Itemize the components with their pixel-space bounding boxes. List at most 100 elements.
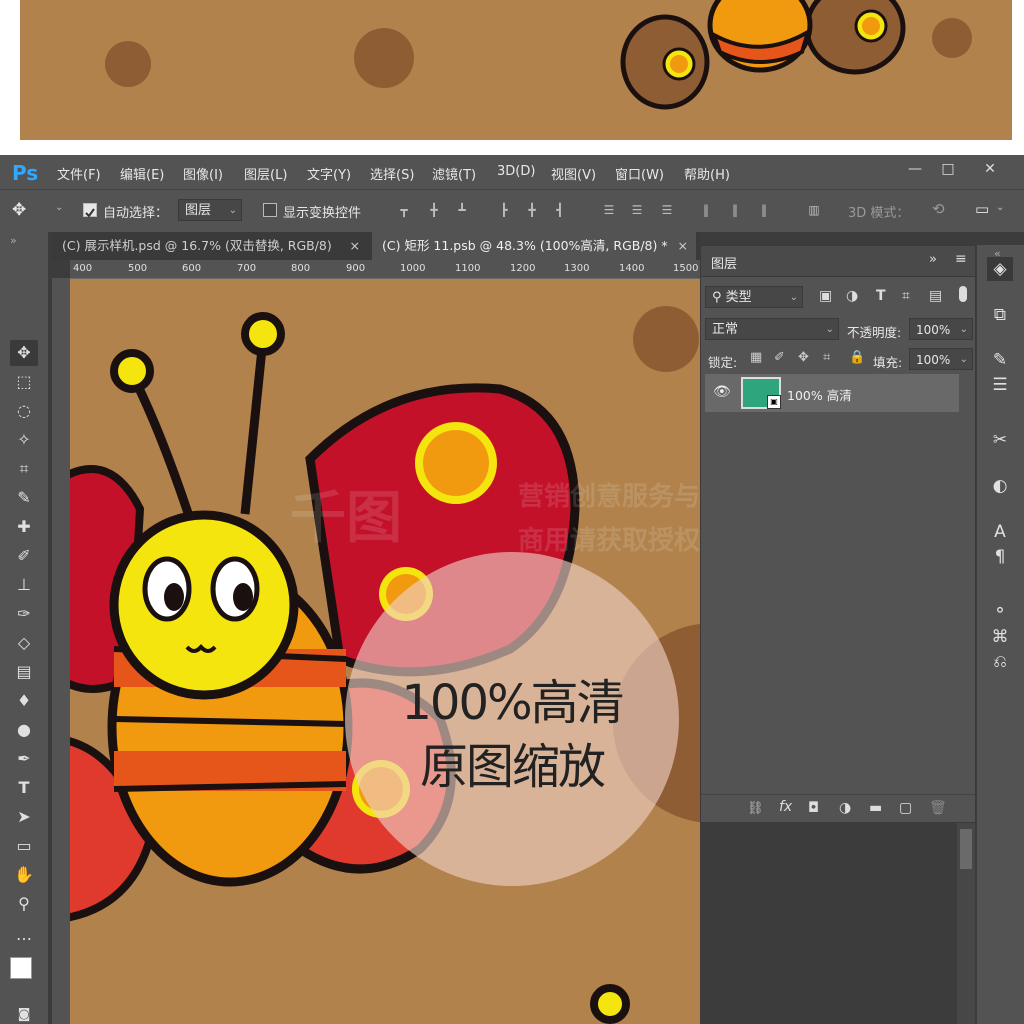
collapse-panel-icon[interactable]: » — [10, 234, 17, 247]
filter-toggle-switch[interactable] — [959, 286, 967, 302]
distribute-hcenter-icon[interactable]: ‖ — [728, 203, 742, 217]
eyedropper-tool-icon[interactable]: ✎ — [10, 485, 38, 511]
pen-tool-icon[interactable]: ✒ — [10, 746, 38, 772]
tab-rectangle-11[interactable]: (C) 矩形 11.psb @ 48.3% (100%高清, RGB/8) * … — [372, 232, 696, 260]
menu-filter[interactable]: 滤镜(T) — [432, 164, 476, 183]
brushes-icon[interactable]: ✎ — [987, 348, 1013, 372]
chevron-down-icon[interactable]: ⌄ — [996, 202, 1004, 213]
align-hcenter-icon[interactable]: ╋ — [525, 203, 539, 217]
menu-type[interactable]: 文字(Y) — [307, 164, 351, 183]
hand-tool-icon[interactable]: ✋ — [10, 862, 38, 888]
align-vcenter-icon[interactable]: ╋ — [427, 203, 441, 217]
collapse-panel-icon[interactable]: » — [929, 252, 937, 267]
add-mask-icon[interactable]: ◘ — [808, 800, 819, 816]
scrollbar-thumb[interactable] — [960, 829, 972, 869]
align-bottom-icon[interactable]: ┻ — [455, 203, 469, 217]
paths-icon[interactable]: ⌘ — [987, 625, 1013, 649]
menu-layer[interactable]: 图层(L) — [244, 164, 287, 183]
path-selection-tool-icon[interactable]: ➤ — [10, 804, 38, 830]
menu-window[interactable]: 窗口(W) — [615, 164, 664, 183]
dodge-tool-icon[interactable]: ● — [10, 717, 38, 743]
eraser-tool-icon[interactable]: ◇ — [10, 630, 38, 656]
rectangle-tool-icon[interactable]: ▭ — [10, 833, 38, 859]
move-tool-icon[interactable]: ✥ — [10, 340, 38, 366]
auto-select-target-dropdown[interactable]: 图层 ⌄ — [178, 199, 242, 221]
menu-help[interactable]: 帮助(H) — [684, 164, 730, 183]
3d-orbit-icon[interactable]: ⟲ — [932, 200, 945, 218]
brush-tool-icon[interactable]: ✐ — [10, 543, 38, 569]
gradient-tool-icon[interactable]: ▤ — [10, 659, 38, 685]
history-icon[interactable]: ⧉ — [987, 303, 1013, 327]
auto-align-icon[interactable]: ▥ — [807, 203, 821, 217]
glyphs-icon[interactable]: ⎌ — [987, 650, 1013, 674]
adjustments-icon[interactable]: ☰ — [987, 373, 1013, 397]
layers-icon[interactable]: ◈ — [987, 257, 1013, 281]
layers-panel-title[interactable]: 图层 — [711, 253, 737, 272]
channels-icon[interactable]: ⚬ — [987, 599, 1013, 623]
distribute-vcenter-icon[interactable]: ☰ — [630, 203, 644, 217]
filter-smart-object-icon[interactable]: ▤ — [929, 288, 942, 304]
lock-all-icon[interactable]: 🔒 — [849, 350, 865, 365]
menu-3d[interactable]: 3D(D) — [497, 164, 535, 179]
foreground-color-swatch[interactable] — [10, 957, 32, 979]
crop-tool-icon[interactable]: ⌗ — [10, 456, 38, 482]
align-top-icon[interactable]: ┳ — [397, 203, 411, 217]
distribute-right-icon[interactable]: ‖ — [757, 203, 771, 217]
layer-row[interactable]: 👁 ▣ 100% 高清 — [705, 374, 959, 412]
fill-field[interactable]: 100% ⌄ — [909, 348, 973, 370]
more-tools-icon[interactable]: … — [10, 922, 38, 948]
close-tab-icon[interactable]: × — [350, 232, 360, 260]
distribute-top-icon[interactable]: ☰ — [602, 203, 616, 217]
character-icon[interactable]: A — [987, 520, 1013, 544]
menu-edit[interactable]: 编辑(E) — [120, 164, 164, 183]
auto-select-checkbox[interactable] — [83, 203, 97, 218]
tools-icon[interactable]: ✂ — [987, 428, 1013, 452]
workspace-icon[interactable]: ▭ — [975, 200, 989, 218]
show-transform-checkbox[interactable] — [263, 203, 277, 217]
distribute-bottom-icon[interactable]: ☰ — [660, 203, 674, 217]
zoom-tool-icon[interactable]: ⚲ — [10, 891, 38, 917]
fx-icon[interactable]: fx — [779, 799, 792, 815]
chevron-down-icon[interactable]: ⌄ — [55, 202, 63, 213]
link-layers-icon[interactable]: ⛓ — [747, 801, 764, 816]
vertical-scrollbar[interactable] — [957, 823, 975, 1024]
filter-pixel-icon[interactable]: ▣ — [819, 288, 832, 304]
menu-image[interactable]: 图像(I) — [183, 164, 223, 183]
filter-shape-icon[interactable]: ⌗ — [902, 288, 910, 304]
filter-type-icon[interactable]: T — [876, 288, 886, 304]
menu-file[interactable]: 文件(F) — [57, 164, 101, 183]
layer-filter-dropdown[interactable]: ⚲ 类型 ⌄ — [705, 286, 803, 308]
lasso-tool-icon[interactable]: ◌ — [10, 398, 38, 424]
layer-name[interactable]: 100% 高清 — [787, 385, 852, 404]
stamp-tool-icon[interactable]: ⊥ — [10, 572, 38, 598]
lock-transparent-icon[interactable]: ▦ — [750, 350, 762, 365]
panel-menu-icon[interactable]: ≡ — [955, 251, 967, 267]
lock-position-icon[interactable]: ✥ — [798, 350, 809, 365]
lock-image-icon[interactable]: ✐ — [774, 350, 785, 365]
new-layer-icon[interactable]: ▢ — [899, 800, 912, 816]
align-left-icon[interactable]: ┣ — [497, 203, 511, 217]
blend-mode-dropdown[interactable]: 正常 ⌄ — [705, 318, 839, 340]
distribute-left-icon[interactable]: ‖ — [699, 203, 713, 217]
type-tool-icon[interactable]: T — [10, 775, 38, 801]
new-group-icon[interactable]: ▬ — [869, 800, 882, 816]
opacity-field[interactable]: 100% ⌄ — [909, 318, 973, 340]
history-brush-tool-icon[interactable]: ✑ — [10, 601, 38, 627]
close-tab-icon[interactable]: × — [678, 232, 688, 260]
paragraph-icon[interactable]: ¶ — [987, 545, 1013, 569]
filter-adjustment-icon[interactable]: ◑ — [846, 288, 858, 304]
lock-artboard-icon[interactable]: ⌗ — [823, 350, 830, 365]
quick-mask-icon[interactable]: ◙ — [10, 1002, 38, 1024]
menu-select[interactable]: 选择(S) — [370, 164, 414, 183]
delete-layer-icon[interactable]: 🗑 — [929, 800, 947, 816]
marquee-tool-icon[interactable]: ⬚ — [10, 369, 38, 395]
tab-showcase-mockup[interactable]: (C) 展示样机.psd @ 16.7% (双击替换, RGB/8) × — [52, 232, 368, 260]
magic-wand-tool-icon[interactable]: ✧ — [10, 427, 38, 453]
blur-tool-icon[interactable]: ♦ — [10, 688, 38, 714]
align-right-icon[interactable]: ┫ — [553, 203, 567, 217]
move-tool-preset-icon[interactable]: ✥ — [12, 200, 26, 220]
menu-view[interactable]: 视图(V) — [551, 164, 596, 183]
adjustment-layer-icon[interactable]: ◑ — [839, 800, 851, 816]
healing-brush-tool-icon[interactable]: ✚ — [10, 514, 38, 540]
close-window-button[interactable]: ✕ — [970, 157, 1010, 181]
